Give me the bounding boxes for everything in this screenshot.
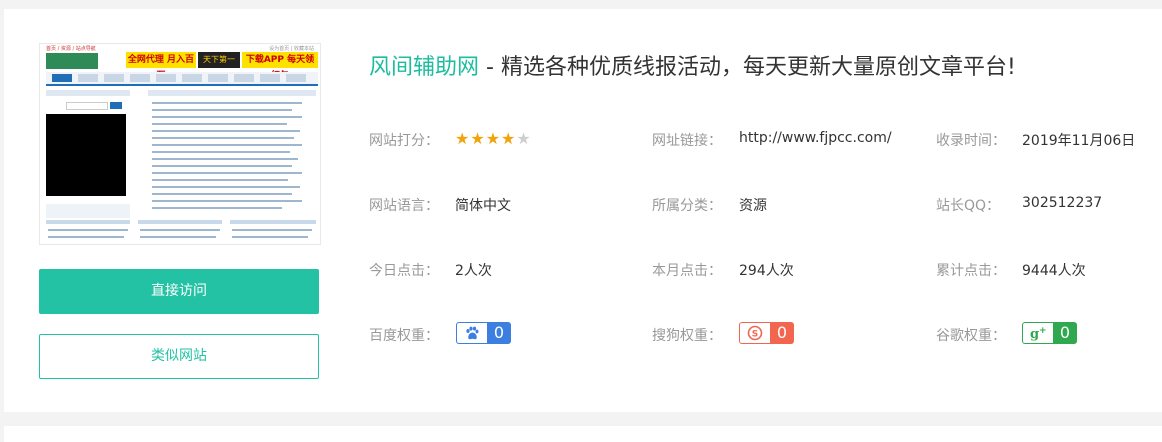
thumbnail-ad-banner-mid: 天下第一 bbox=[198, 52, 240, 68]
thumbnail-section-bar bbox=[46, 220, 130, 224]
sogou-weight-value: 0 bbox=[776, 323, 788, 342]
svg-text:S: S bbox=[752, 330, 758, 340]
google-weight-label: 谷歌权重： bbox=[936, 328, 1006, 344]
language-label: 网站语言： bbox=[369, 198, 439, 214]
thumbnail-section-bar bbox=[230, 220, 316, 224]
rating-stars: ★★★★★ bbox=[455, 129, 532, 148]
svg-text:g: g bbox=[1030, 327, 1039, 341]
star-empty-icon: ★ bbox=[516, 129, 532, 148]
site-title: 风间辅助网 - 精选各种优质线报活动，每天更新大量原创文章平台! bbox=[369, 49, 1016, 81]
date-label: 收录时间： bbox=[936, 133, 1006, 149]
thumbnail-right-header bbox=[148, 90, 316, 96]
thumbnail-video-area bbox=[46, 114, 126, 196]
total-clicks-label: 累计点击： bbox=[936, 263, 1006, 279]
thumbnail-ad-banner-left: 全网代理 月入百万 bbox=[126, 52, 196, 81]
thumbnail-search bbox=[66, 102, 108, 110]
next-card-edge bbox=[4, 426, 1162, 442]
site-thumbnail[interactable]: 首页 / 资源 / 站点导航 设为首页 | 收藏本站 全网代理 月入百万 天下第… bbox=[39, 43, 321, 245]
thumbnail-search-button bbox=[110, 102, 122, 109]
google-plus-icon: g + bbox=[1023, 323, 1053, 343]
category-value[interactable]: 资源 bbox=[739, 195, 767, 215]
baidu-weight-label: 百度权重： bbox=[369, 328, 439, 344]
star-filled-icon: ★ bbox=[455, 129, 471, 148]
qq-value: 302512237 bbox=[1022, 195, 1103, 211]
rating-label: 网站打分： bbox=[369, 133, 439, 149]
google-weight-badge: g + 0 bbox=[1022, 322, 1077, 344]
similar-sites-button[interactable]: 类似网站 bbox=[39, 334, 319, 379]
month-clicks-value: 294人次 bbox=[739, 263, 794, 279]
sogou-weight-label: 搜狗权重： bbox=[652, 328, 722, 344]
thumbnail-breadcrumb: 首页 / 资源 / 站点导航 bbox=[46, 46, 96, 52]
language-value: 简体中文 bbox=[455, 198, 511, 214]
google-weight-value: 0 bbox=[1059, 323, 1071, 342]
thumbnail-ad-banner-right: 下载APP 每天领红包 bbox=[242, 52, 318, 81]
url-value[interactable]: http://www.fjpcc.com/ bbox=[739, 130, 892, 146]
thumbnail-top-links: 设为首页 | 收藏本站 bbox=[269, 46, 314, 52]
sogou-weight-badge: S 0 bbox=[739, 322, 794, 344]
total-clicks-value: 9444人次 bbox=[1022, 263, 1086, 279]
star-filled-icon: ★ bbox=[485, 129, 502, 148]
site-name-link[interactable]: 风间辅助网 bbox=[369, 55, 479, 80]
baidu-paw-icon bbox=[457, 323, 487, 343]
star-filled-icon: ★ bbox=[470, 129, 486, 148]
sogou-logo-icon: S bbox=[740, 323, 770, 343]
site-tagline: - 精选各种优质线报活动，每天更新大量原创文章平台! bbox=[479, 55, 1016, 80]
url-label: 网址链接： bbox=[652, 133, 722, 149]
thumbnail-block bbox=[46, 204, 130, 218]
thumbnail-logo bbox=[46, 53, 98, 69]
baidu-weight-badge: 0 bbox=[456, 322, 511, 344]
thumbnail-navbar bbox=[46, 72, 318, 86]
date-value: 2019年11月06日 bbox=[1022, 133, 1136, 149]
visit-site-button[interactable]: 直接访问 bbox=[39, 269, 319, 314]
thumbnail-section-bar bbox=[138, 220, 222, 224]
category-label: 所属分类： bbox=[652, 198, 722, 214]
qq-label: 站长QQ： bbox=[936, 198, 1001, 214]
month-clicks-label: 本月点击： bbox=[652, 263, 722, 279]
svg-text:+: + bbox=[1039, 326, 1047, 336]
thumbnail-left-header bbox=[46, 90, 130, 96]
today-clicks-label: 今日点击： bbox=[369, 263, 439, 279]
baidu-weight-value: 0 bbox=[493, 323, 505, 342]
today-clicks-value: 2人次 bbox=[455, 263, 492, 279]
star-filled-icon: ★ bbox=[501, 129, 517, 148]
